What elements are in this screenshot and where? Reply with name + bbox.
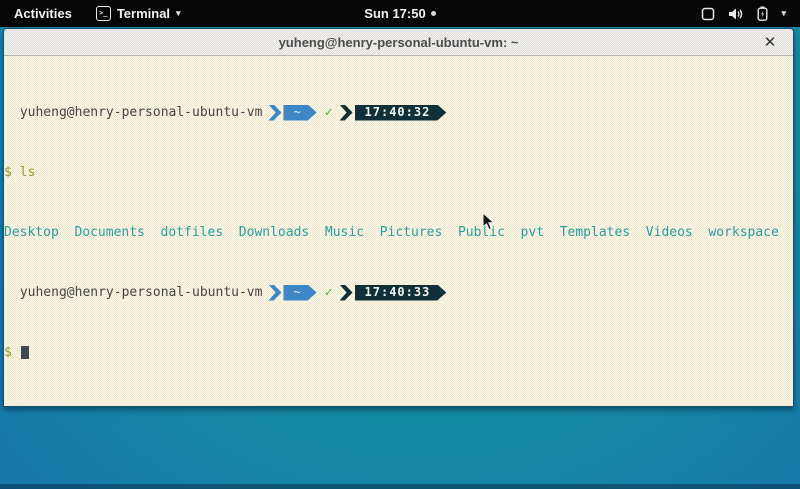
- display-icon: [701, 7, 715, 21]
- powerline-segment: ~ ✓ 17:40:32: [262, 105, 446, 121]
- prompt-dollar: $: [4, 165, 12, 180]
- top-bar: Activities >_ Terminal ▾ Sun 17:50 ▾: [0, 0, 800, 27]
- powerline-chevron-icon: [340, 105, 353, 121]
- chevron-down-icon: ▾: [781, 8, 786, 19]
- notification-dot-icon: [431, 11, 436, 16]
- check-icon: ✓: [325, 105, 333, 120]
- battery-charging-icon: [757, 6, 768, 21]
- terminal-cursor: [21, 346, 29, 359]
- close-button[interactable]: ✕: [759, 29, 781, 55]
- powerline-chevron-icon: [340, 285, 353, 301]
- window-title: yuheng@henry-personal-ubuntu-vm: ~: [279, 35, 519, 50]
- input-line[interactable]: $: [4, 345, 793, 360]
- prompt-user: yuheng@henry-personal-ubuntu-vm: [4, 105, 262, 120]
- prompt-dollar: $: [4, 345, 12, 360]
- chevron-down-icon: ▾: [176, 8, 181, 19]
- command-line: $ ls: [4, 165, 793, 180]
- prompt-path-badge: ~: [283, 285, 316, 301]
- volume-icon: [728, 7, 744, 21]
- check-icon: ✓: [325, 285, 333, 300]
- prompt-time-badge: 17:40:33: [355, 285, 447, 301]
- terminal-content[interactable]: yuheng@henry-personal-ubuntu-vm ~ ✓ 17:4…: [4, 56, 793, 406]
- app-menu-label: Terminal: [117, 6, 170, 21]
- clock-label: Sun 17:50: [364, 6, 425, 21]
- activities-button[interactable]: Activities: [0, 0, 86, 27]
- terminal-app-icon: >_: [96, 6, 111, 21]
- clock-button[interactable]: Sun 17:50: [364, 6, 435, 21]
- prompt-time-badge: 17:40:32: [355, 105, 447, 121]
- spacer: [12, 345, 20, 360]
- activities-label: Activities: [14, 6, 72, 21]
- powerline-chevron-icon: [268, 105, 281, 121]
- powerline-chevron-icon: [268, 285, 281, 301]
- spacer: [12, 165, 20, 180]
- prompt-line-2: yuheng@henry-personal-ubuntu-vm ~ ✓ 17:4…: [4, 285, 793, 300]
- window-titlebar[interactable]: yuheng@henry-personal-ubuntu-vm: ~ ✕: [4, 29, 793, 56]
- ls-output-line: Desktop Documents dotfiles Downloads Mus…: [4, 225, 793, 240]
- terminal-window: yuheng@henry-personal-ubuntu-vm: ~ ✕ yuh…: [3, 28, 794, 407]
- system-status-area[interactable]: ▾: [687, 0, 800, 27]
- prompt-path-badge: ~: [283, 105, 316, 121]
- app-menu-terminal[interactable]: >_ Terminal ▾: [86, 0, 191, 27]
- directory-listing: Desktop Documents dotfiles Downloads Mus…: [4, 225, 779, 240]
- wallpaper-bottom-shade: [0, 484, 800, 489]
- command-text: ls: [20, 165, 36, 180]
- prompt-line-1: yuheng@henry-personal-ubuntu-vm ~ ✓ 17:4…: [4, 105, 793, 120]
- prompt-user: yuheng@henry-personal-ubuntu-vm: [4, 285, 262, 300]
- powerline-segment: ~ ✓ 17:40:33: [262, 285, 446, 301]
